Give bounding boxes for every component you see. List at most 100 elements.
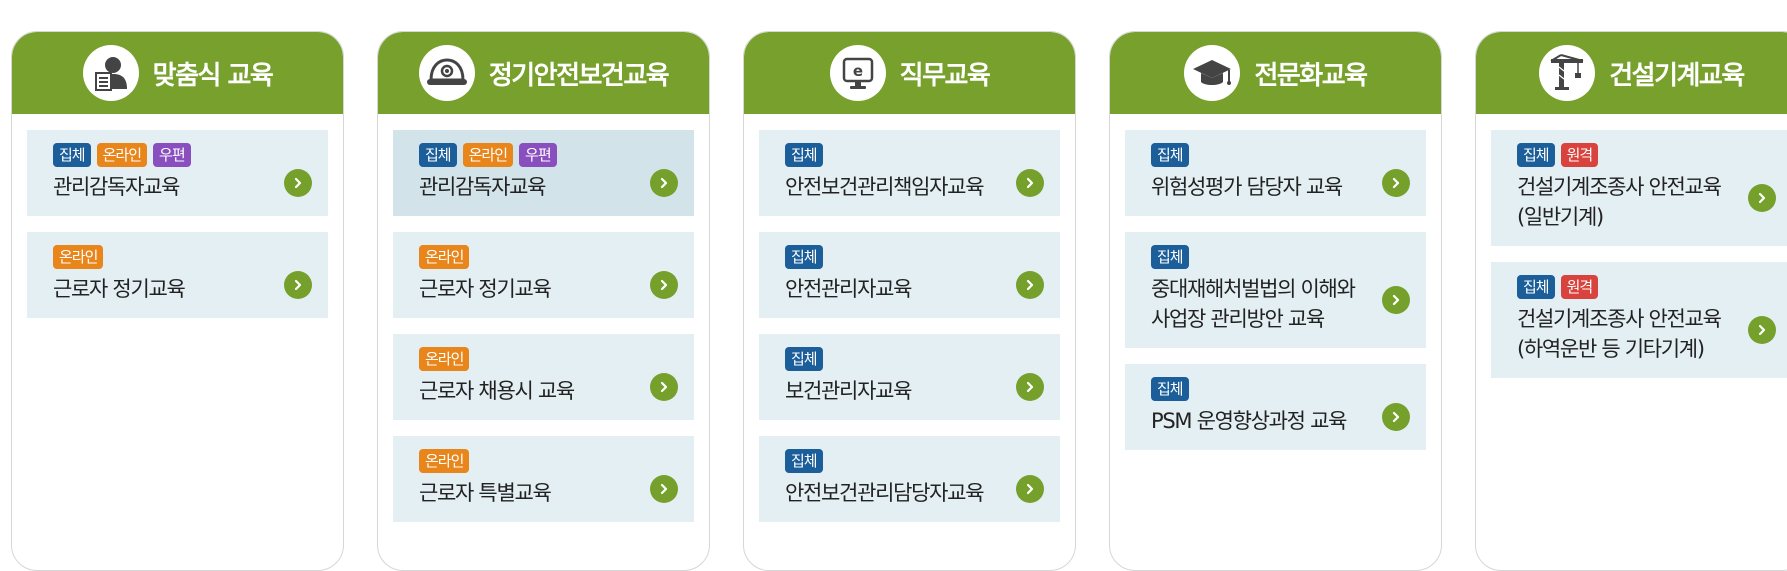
course-title: 근로자 채용시 교육 [419,379,575,403]
category-header: 맞춤식 교육 [12,32,343,114]
safety-helmet-icon [418,45,475,101]
course-title: 관리감독자교육 [419,175,546,199]
category-header: 전문화교육 [1110,32,1441,114]
course-item[interactable]: 집체보건관리자교육 [759,334,1060,420]
category-header: e 직무교육 [744,32,1075,114]
badge-online: 온라인 [419,449,470,473]
badge-group: 온라인 [53,245,268,269]
chevron-right-icon[interactable] [1016,271,1044,299]
chevron-right-icon[interactable] [1016,475,1044,503]
badge-online: 온라인 [462,143,514,167]
badge-group: 집체 [785,245,823,269]
badge-group: 온라인 [419,245,634,269]
chevron-right-icon[interactable] [1016,373,1044,401]
course-item[interactable]: 온라인근로자 정기교육 [27,232,328,318]
badge-group: 온라인 [419,347,634,371]
category-column-4: 전문화교육 집체 위험성평가 담당자 교육 집체 중대재해처벌법의 이해와 사업장 관리… [1109,31,1442,571]
badge-group: 집체 [1151,245,1189,269]
category-title: 정기안전보건교육 [488,60,670,91]
course-item[interactable]: 집체 온라인 우편관리감독자교육 [27,130,328,216]
badge-online: 온라인 [53,245,104,269]
course-list: 집체 원격 건설기계조종사 안전교육 (일반기계) 집체 원격 건설기계조종사 안전교육 … [1476,114,1787,378]
tower-crane-icon [1539,45,1596,101]
course-title: 중대재해처벌법의 이해와 사업장 관리방안 교육 [1151,277,1356,331]
chevron-right-icon[interactable] [1016,169,1044,197]
badge-group: 집체 [785,449,1000,473]
badge-group: 집체 원격 [1517,143,1732,167]
graduation-cap-icon [1184,45,1241,101]
chevron-right-icon[interactable] [650,169,678,197]
badge-group: 집체 [1151,143,1189,167]
course-title: 건설기계조종사 안전교육 (하역운반 등 기타기계) [1517,307,1722,361]
course-item[interactable]: 집체안전보건관리담당자교육 [759,436,1060,522]
category-title: 전문화교육 [1254,60,1368,91]
course-list: 집체 안전보건관리책임자교육 집체 안전관리자교육 집체 보건관리자교육 집체 안전보건관리담… [744,114,1075,522]
course-title: 건설기계조종사 안전교육 (일반기계) [1517,175,1722,229]
chevron-right-icon[interactable] [284,169,312,197]
course-item[interactable]: 온라인근로자 채용시 교육 [393,334,694,420]
badge-group: 집체 [785,245,1000,269]
course-item[interactable]: 집체중대재해처벌법의 이해와 사업장 관리방안 교육 [1125,232,1426,348]
chevron-right-icon[interactable] [1382,169,1410,197]
course-item[interactable]: 집체 온라인 우편관리감독자교육 [393,130,694,216]
course-title: 근로자 정기교육 [419,277,552,301]
category-column-1: 맞춤식 교육 집체 온라인 우편 관리감독자교육 온라인 근로자 정기교육 [11,31,344,571]
chevron-right-icon[interactable] [650,475,678,503]
course-title: PSM 운영향상과정 교육 [1151,409,1347,433]
chevron-right-icon[interactable] [650,373,678,401]
badge-mail: 우편 [519,143,557,167]
badge-group: 집체 [53,143,91,167]
course-title: 관리감독자교육 [53,175,180,199]
badge-group: 온라인 [419,449,634,473]
course-title: 근로자 정기교육 [53,277,186,301]
chevron-right-icon[interactable] [1382,286,1410,314]
course-item[interactable]: 온라인근로자 정기교육 [393,232,694,318]
course-list: 집체 온라인 우편 관리감독자교육 온라인 근로자 정기교육 [12,114,343,318]
course-item[interactable]: 집체 PSM 운영향상과정 교육 [1125,364,1426,450]
badge-group: 집체 [1151,143,1366,167]
badge-online: 온라인 [419,245,470,269]
badge-group: 집체 원격 [1517,275,1732,299]
course-title: 보건관리자교육 [785,379,912,403]
category-title: 건설기계교육 [1609,60,1745,91]
badge-group: 집체 [419,143,457,167]
course-title: 안전보건관리책임자교육 [785,175,985,199]
chevron-right-icon[interactable] [1748,316,1776,344]
person-document-icon [82,45,139,101]
badge-group: 집체 [785,347,1000,371]
course-title: 안전보건관리담당자교육 [785,481,985,505]
badge-group: 집체 [785,143,1000,167]
course-item[interactable]: 집체 원격건설기계조종사 안전교육 (일반기계) [1491,130,1787,246]
chevron-right-icon[interactable] [284,271,312,299]
course-list: 집체 온라인 우편 관리감독자교육 온라인 근로자 정기교육 온라인 근로자 채용시 교육 온라… [378,114,709,522]
chevron-right-icon[interactable] [650,271,678,299]
category-header: 건설기계교육 [1476,32,1787,114]
badge-group: 집체 [1151,377,1366,401]
badge-online: 온라인 [419,347,470,371]
badge-group: 집체 [1151,377,1189,401]
badge-group: 집체 [785,449,823,473]
category-title: 맞춤식 교육 [152,60,274,91]
badge-remote: 원격 [1560,143,1599,167]
course-item[interactable]: 집체위험성평가 담당자 교육 [1125,130,1426,216]
badge-group: 집체 [1517,143,1555,167]
category-column-2: 정기안전보건교육 집체 온라인 우편 관리감독자교육 온라인 근로자 정기교육 온라인 근로자 … [377,31,710,571]
category-column-5: 건설기계교육 집체 원격 건설기계조종사 안전교육 (일반기계) 집체 원격 건설기계조종사… [1475,31,1787,571]
course-item[interactable]: 집체안전보건관리책임자교육 [759,130,1060,216]
course-title: 위험성평가 담당자 교육 [1151,175,1343,199]
course-title: 근로자 특별교육 [419,481,552,505]
course-item[interactable]: 집체 원격건설기계조종사 안전교육 (하역운반 등 기타기계) [1491,262,1787,378]
badge-group: 집체 [1151,245,1366,269]
badge-group: 집체 [1517,275,1555,299]
chevron-right-icon[interactable] [1382,403,1410,431]
badge-mail: 우편 [153,143,191,167]
badge-group: 집체 온라인 우편 [53,143,268,167]
course-item[interactable]: 온라인근로자 특별교육 [393,436,694,522]
chevron-right-icon[interactable] [1748,184,1776,212]
course-item[interactable]: 집체 안전관리자교육 [759,232,1060,318]
badge-group: 집체 온라인 우편 [419,143,634,167]
e-learning-monitor-icon: e [829,45,886,101]
category-header: 정기안전보건교육 [378,32,709,114]
badge-online: 온라인 [96,143,148,167]
course-list: 집체 위험성평가 담당자 교육 집체 중대재해처벌법의 이해와 사업장 관리방안 교육… [1110,114,1441,450]
